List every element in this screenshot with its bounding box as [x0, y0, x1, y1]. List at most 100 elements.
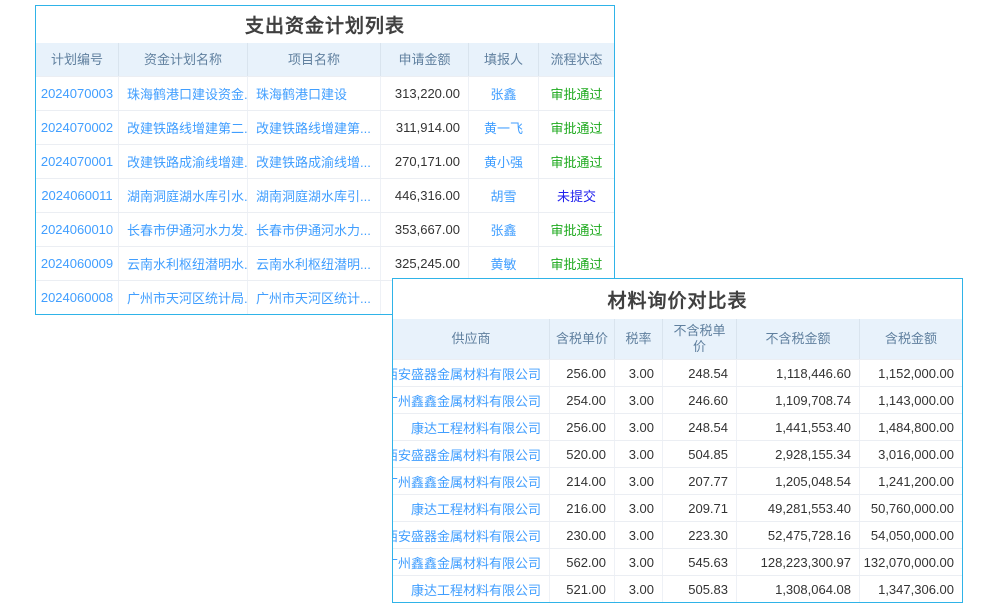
- cell-filler[interactable]: 胡雪: [469, 179, 539, 212]
- cell-amount-without-tax: 1,441,553.40: [737, 414, 860, 440]
- cell-price-without-tax: 248.54: [663, 360, 737, 386]
- table-row: 2024070003 珠海鹤港口建设资金... 珠海鹤港口建设 313,220.…: [36, 76, 614, 110]
- cell-amount: 353,667.00: [381, 213, 469, 246]
- cell-status: 未提交: [539, 179, 614, 212]
- cell-project-name[interactable]: 云南水利枢纽潜明...: [248, 247, 381, 280]
- cell-supplier[interactable]: 西安盛器金属材料有限公司: [393, 441, 550, 467]
- cell-amount-with-tax: 1,484,800.00: [860, 414, 962, 440]
- cell-price-with-tax: 230.00: [550, 522, 615, 548]
- cell-supplier[interactable]: 康达工程材料有限公司: [393, 495, 550, 521]
- cell-tax-rate: 3.00: [615, 576, 663, 602]
- table-row: 2024060010 长春市伊通河水力发... 长春市伊通河水力... 353,…: [36, 212, 614, 246]
- cell-status: 审批通过: [539, 111, 614, 144]
- cell-supplier[interactable]: 西安盛器金属材料有限公司: [393, 522, 550, 548]
- cell-plan-name[interactable]: 广州市天河区统计局...: [119, 281, 248, 314]
- table-row: 康达工程材料有限公司 216.00 3.00 209.71 49,281,553…: [393, 494, 962, 521]
- cell-price-without-tax: 223.30: [663, 522, 737, 548]
- cell-plan-name[interactable]: 长春市伊通河水力发...: [119, 213, 248, 246]
- cell-status: 审批通过: [539, 247, 614, 280]
- cell-status: 审批通过: [539, 145, 614, 178]
- cell-amount-with-tax: 1,241,200.00: [860, 468, 962, 494]
- table-row: 广州鑫鑫金属材料有限公司 254.00 3.00 246.60 1,109,70…: [393, 386, 962, 413]
- cell-filler[interactable]: 张鑫: [469, 77, 539, 110]
- cell-amount: 446,316.00: [381, 179, 469, 212]
- page-background: { "colors": { "panel_border": "#2fb3e8",…: [0, 0, 1000, 600]
- cell-filler[interactable]: 黄敏: [469, 247, 539, 280]
- column-header-amount: 申请金额: [381, 43, 469, 76]
- column-header-plan-id: 计划编号: [36, 43, 119, 76]
- cell-project-name[interactable]: 湖南洞庭湖水库引...: [248, 179, 381, 212]
- cell-supplier[interactable]: 广州鑫鑫金属材料有限公司: [393, 549, 550, 575]
- cell-plan-name[interactable]: 改建铁路成渝线增建...: [119, 145, 248, 178]
- cell-plan-id[interactable]: 2024070003: [36, 77, 119, 110]
- cell-plan-name[interactable]: 珠海鹤港口建设资金...: [119, 77, 248, 110]
- table-row: 西安盛器金属材料有限公司 230.00 3.00 223.30 52,475,7…: [393, 521, 962, 548]
- column-header-supplier: 供应商: [393, 319, 550, 359]
- cell-plan-id[interactable]: 2024060011: [36, 179, 119, 212]
- cell-supplier[interactable]: 康达工程材料有限公司: [393, 576, 550, 602]
- cell-price-without-tax: 248.54: [663, 414, 737, 440]
- cell-project-name[interactable]: 改建铁路线增建第...: [248, 111, 381, 144]
- cell-amount-without-tax: 1,308,064.08: [737, 576, 860, 602]
- cell-plan-id[interactable]: 2024060008: [36, 281, 119, 314]
- cell-amount-without-tax: 1,109,708.74: [737, 387, 860, 413]
- cell-tax-rate: 3.00: [615, 387, 663, 413]
- cell-tax-rate: 3.00: [615, 468, 663, 494]
- cell-plan-name[interactable]: 改建铁路线增建第二...: [119, 111, 248, 144]
- cell-supplier[interactable]: 广州鑫鑫金属材料有限公司: [393, 468, 550, 494]
- table-row: 2024060011 湖南洞庭湖水库引水... 湖南洞庭湖水库引... 446,…: [36, 178, 614, 212]
- quote-table-panel: 材料询价对比表 供应商 含税单价 税率 不含税单价 不含税金额 含税金额 西安盛…: [392, 278, 963, 603]
- cell-plan-name[interactable]: 云南水利枢纽潜明水...: [119, 247, 248, 280]
- cell-plan-id[interactable]: 2024060010: [36, 213, 119, 246]
- cell-amount-with-tax: 50,760,000.00: [860, 495, 962, 521]
- cell-price-without-tax: 504.85: [663, 441, 737, 467]
- cell-plan-id[interactable]: 2024070001: [36, 145, 119, 178]
- cell-amount-with-tax: 1,152,000.00: [860, 360, 962, 386]
- column-header-amount-with-tax: 含税金额: [860, 319, 962, 359]
- table-row: 2024060009 云南水利枢纽潜明水... 云南水利枢纽潜明... 325,…: [36, 246, 614, 280]
- column-header-filler: 填报人: [469, 43, 539, 76]
- cell-amount: 311,914.00: [381, 111, 469, 144]
- cell-filler[interactable]: 黄小强: [469, 145, 539, 178]
- cell-amount-without-tax: 1,205,048.54: [737, 468, 860, 494]
- quote-table-title: 材料询价对比表: [393, 279, 962, 319]
- cell-price-with-tax: 216.00: [550, 495, 615, 521]
- cell-price-without-tax: 246.60: [663, 387, 737, 413]
- cell-amount: 325,245.00: [381, 247, 469, 280]
- cell-amount-with-tax: 132,070,000.00: [860, 549, 962, 575]
- cell-project-name[interactable]: 改建铁路成渝线增...: [248, 145, 381, 178]
- cell-supplier[interactable]: 西安盛器金属材料有限公司: [393, 360, 550, 386]
- cell-tax-rate: 3.00: [615, 522, 663, 548]
- cell-supplier[interactable]: 广州鑫鑫金属材料有限公司: [393, 387, 550, 413]
- cell-tax-rate: 3.00: [615, 360, 663, 386]
- cell-filler[interactable]: 黄一飞: [469, 111, 539, 144]
- cell-status: 审批通过: [539, 213, 614, 246]
- cell-project-name[interactable]: 广州市天河区统计...: [248, 281, 381, 314]
- table-row: 康达工程材料有限公司 521.00 3.00 505.83 1,308,064.…: [393, 575, 962, 602]
- cell-price-with-tax: 256.00: [550, 360, 615, 386]
- column-header-tax-rate: 税率: [615, 319, 663, 359]
- cell-plan-id[interactable]: 2024070002: [36, 111, 119, 144]
- column-header-status: 流程状态: [539, 43, 614, 76]
- cell-price-with-tax: 214.00: [550, 468, 615, 494]
- cell-plan-id[interactable]: 2024060009: [36, 247, 119, 280]
- cell-filler[interactable]: 张鑫: [469, 213, 539, 246]
- cell-price-without-tax: 209.71: [663, 495, 737, 521]
- cell-supplier[interactable]: 康达工程材料有限公司: [393, 414, 550, 440]
- cell-amount-without-tax: 2,928,155.34: [737, 441, 860, 467]
- cell-price-with-tax: 254.00: [550, 387, 615, 413]
- cell-amount-with-tax: 1,143,000.00: [860, 387, 962, 413]
- cell-price-without-tax: 207.77: [663, 468, 737, 494]
- cell-amount-with-tax: 1,347,306.00: [860, 576, 962, 602]
- cell-amount-with-tax: 3,016,000.00: [860, 441, 962, 467]
- cell-tax-rate: 3.00: [615, 441, 663, 467]
- cell-price-with-tax: 256.00: [550, 414, 615, 440]
- table-row: 康达工程材料有限公司 256.00 3.00 248.54 1,441,553.…: [393, 413, 962, 440]
- cell-project-name[interactable]: 珠海鹤港口建设: [248, 77, 381, 110]
- cell-project-name[interactable]: 长春市伊通河水力...: [248, 213, 381, 246]
- column-header-amount-without-tax: 不含税金额: [737, 319, 860, 359]
- cell-status: 审批通过: [539, 77, 614, 110]
- cell-amount-without-tax: 52,475,728.16: [737, 522, 860, 548]
- cell-amount: 313,220.00: [381, 77, 469, 110]
- cell-plan-name[interactable]: 湖南洞庭湖水库引水...: [119, 179, 248, 212]
